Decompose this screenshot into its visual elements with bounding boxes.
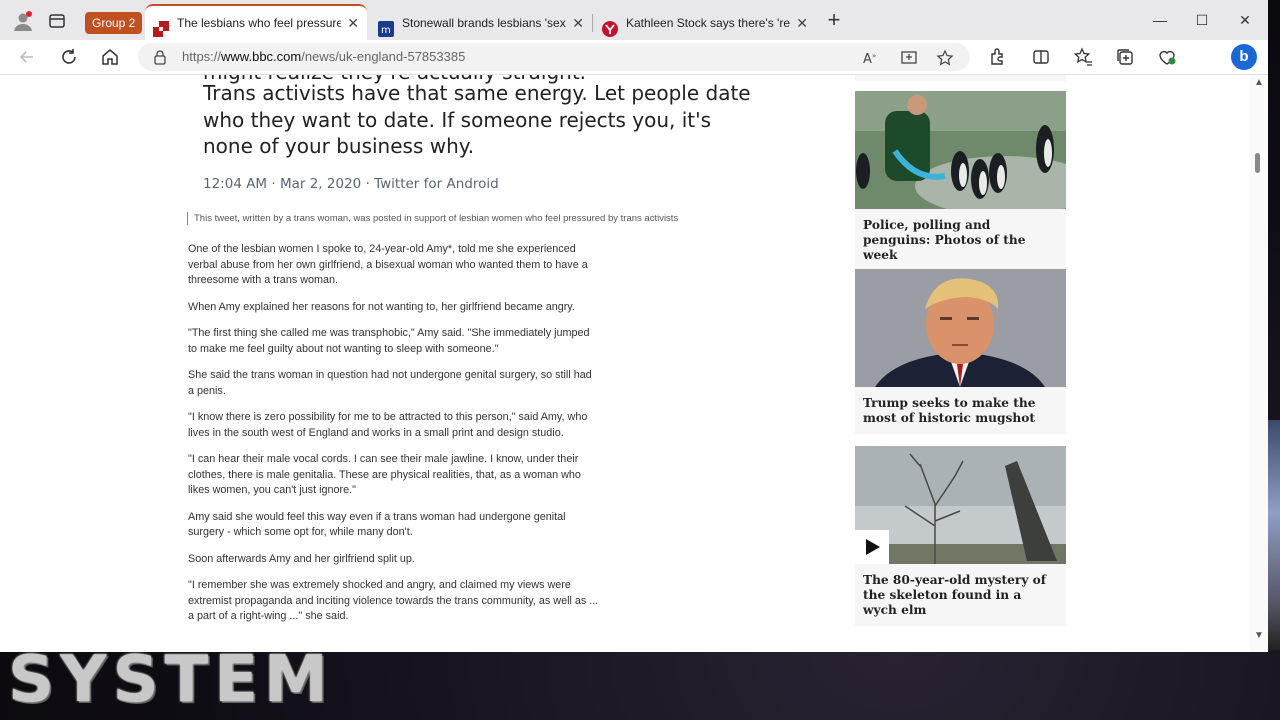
wych-elm-image[interactable]	[855, 446, 1066, 564]
card-headline[interactable]: The 80-year-old mystery of the skeleton …	[855, 564, 1066, 626]
scroll-up-icon[interactable]: ▲	[1254, 77, 1264, 88]
article-paragraph: "The first thing she called me was trans…	[188, 327, 590, 355]
close-window-button[interactable]: ✕	[1225, 8, 1265, 32]
favorites-icon[interactable]	[1072, 46, 1094, 68]
play-icon	[866, 539, 880, 555]
url-path: /news/uk-england-57853385	[301, 49, 466, 64]
svg-text:»: »	[872, 52, 876, 60]
url-text: https://www.bbc.com/news/uk-england-5785…	[182, 43, 465, 71]
article-paragraph: "I remember she was extremely shocked an…	[188, 579, 599, 622]
url-domain: www.bbc.com	[221, 49, 302, 64]
svg-text:m: m	[381, 25, 391, 36]
refresh-icon[interactable]	[58, 46, 80, 68]
address-bar[interactable]: https://www.bbc.com/news/uk-england-5785…	[138, 43, 970, 71]
sidebar-card-trump[interactable]: Trump seeks to make the most of historic…	[855, 269, 1066, 434]
tab-actions-icon[interactable]	[46, 10, 68, 32]
favorite-star-icon[interactable]	[936, 49, 954, 67]
sidebar-card-penguins[interactable]: Police, polling and penguins: Photos of …	[855, 91, 1066, 271]
mugshot-image[interactable]	[855, 269, 1066, 387]
bbc-favicon-icon	[153, 16, 169, 37]
scroll-down-icon[interactable]: ▼	[1254, 630, 1264, 641]
back-icon[interactable]	[16, 46, 38, 68]
tweet-timestamp[interactable]: 12:04 AM · Mar 2, 2020 · Twitter for And…	[203, 176, 499, 192]
article-page: might realize they're actually straight.…	[0, 75, 1250, 652]
card-headline[interactable]: Trump seeks to make the most of historic…	[855, 387, 1066, 434]
tab-group-label[interactable]: Group 2	[85, 12, 143, 34]
tweet-text: Trans activists have that same energy. L…	[203, 81, 751, 158]
article-paragraph: Soon afterwards Amy and her girlfriend s…	[188, 552, 415, 565]
read-aloud-icon[interactable]: A»	[862, 49, 880, 67]
penguins-image[interactable]	[855, 91, 1066, 209]
tweet-caption: This tweet, written by a trans woman, wa…	[187, 212, 678, 225]
new-tab-button[interactable]: +	[822, 8, 846, 32]
tab-close-icon[interactable]: ✕	[347, 6, 359, 40]
browser-essentials-icon[interactable]	[1156, 46, 1178, 68]
yahoo-favicon-icon	[602, 16, 618, 37]
article-body: One of the lesbian women I spoke to, 24-…	[188, 242, 600, 636]
navigation-bar: https://www.bbc.com/news/uk-england-5785…	[0, 40, 1268, 75]
svg-text:A: A	[863, 52, 872, 67]
card-headline[interactable]: Police, polling and penguins: Photos of …	[855, 209, 1066, 271]
minimize-button[interactable]: —	[1140, 8, 1180, 32]
article-paragraph: "I can hear their male vocal cords. I ca…	[188, 453, 581, 496]
news-favicon-icon: m	[378, 16, 394, 37]
tab-bar: Group 2 The lesbians who feel pressured …	[0, 0, 1268, 42]
browser-window: Group 2 The lesbians who feel pressured …	[0, 0, 1268, 652]
article-paragraph: When Amy explained her reasons for not w…	[188, 300, 575, 313]
app-available-icon[interactable]	[900, 49, 918, 67]
collections-icon[interactable]	[1114, 46, 1136, 68]
maximize-button[interactable]: ☐	[1182, 8, 1222, 32]
scrollbar-thumb[interactable]	[1255, 153, 1260, 173]
page-scrollbar[interactable]: ▲ ▼	[1250, 75, 1268, 652]
article-paragraph: "I know there is zero possibility for me…	[188, 411, 588, 439]
sidebar-card-partial	[855, 75, 1066, 81]
profile-icon[interactable]	[12, 10, 34, 32]
tab-title: Stonewall brands lesbians 'sexual	[402, 16, 566, 30]
desktop-wallpaper-strip	[1268, 420, 1280, 650]
lock-icon[interactable]	[152, 49, 168, 65]
bing-copilot-icon[interactable]: b	[1231, 44, 1257, 70]
tab-title: The lesbians who feel pressured t	[177, 16, 341, 30]
tab-close-icon[interactable]: ✕	[796, 6, 808, 40]
article-paragraph: One of the lesbian women I spoke to, 24-…	[188, 243, 588, 286]
tab-title: Kathleen Stock says there's 'real	[626, 16, 790, 30]
article-paragraph: Amy said she would feel this way even if…	[188, 510, 566, 539]
split-screen-icon[interactable]	[1030, 46, 1052, 68]
extensions-icon[interactable]	[986, 46, 1008, 68]
tab-bbc-lesbians[interactable]: The lesbians who feel pressured t ✕	[145, 4, 367, 42]
url-prefix: https://	[182, 49, 222, 64]
tab-separator	[592, 14, 593, 32]
article-paragraph: She said the trans woman in question had…	[188, 369, 592, 397]
home-icon[interactable]	[99, 46, 121, 68]
sidebar-card-wych-elm[interactable]: The 80-year-old mystery of the skeleton …	[855, 446, 1066, 626]
tab-kathleen-stock[interactable]: Kathleen Stock says there's 'real ✕	[594, 6, 816, 40]
game-logo: SYSTEM SHOCK 3	[8, 643, 334, 717]
video-play-button[interactable]	[855, 530, 889, 564]
tab-close-icon[interactable]: ✕	[572, 6, 584, 40]
tab-stonewall[interactable]: m Stonewall brands lesbians 'sexual ✕	[370, 6, 592, 40]
